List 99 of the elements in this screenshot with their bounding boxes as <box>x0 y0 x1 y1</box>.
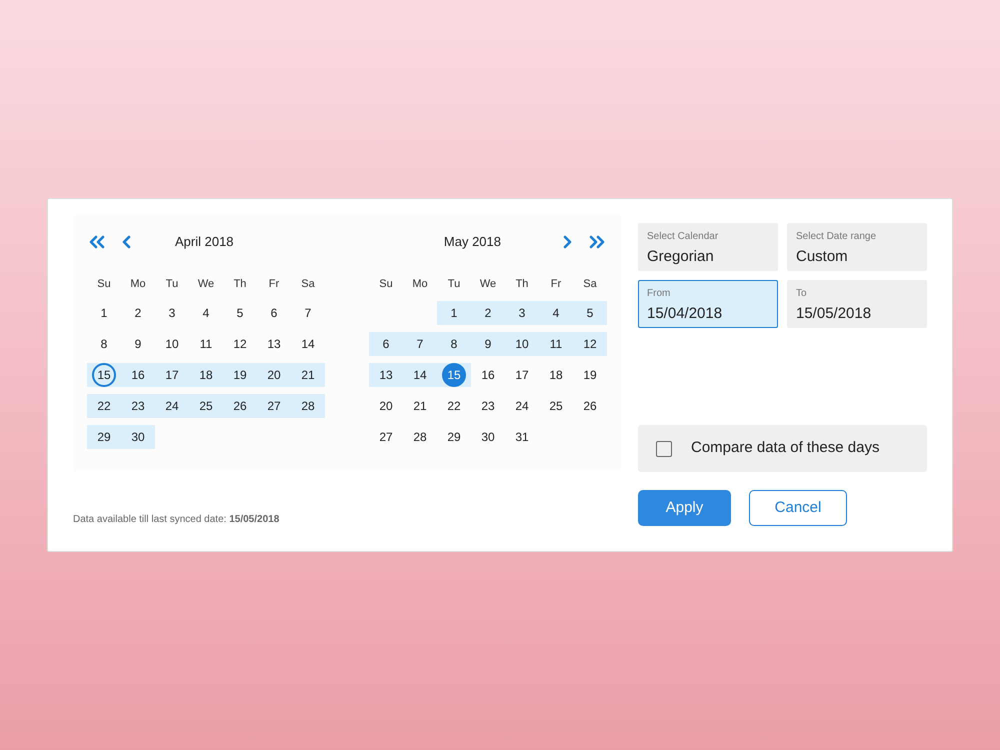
weekday-label: Sa <box>300 277 316 292</box>
select-field[interactable]: From 15/04/2018 <box>638 280 778 328</box>
day[interactable]: 18 <box>199 366 213 384</box>
day[interactable]: 6 <box>270 304 278 322</box>
day[interactable]: 8 <box>100 334 108 352</box>
day[interactable]: 28 <box>413 428 427 446</box>
range-end-day[interactable]: 15 <box>442 362 466 386</box>
weekday-label: Mo <box>129 277 147 292</box>
day[interactable]: 2 <box>134 304 142 322</box>
day[interactable]: 26 <box>583 396 597 414</box>
weekday-label: Fr <box>550 277 562 292</box>
day[interactable]: 14 <box>301 334 315 352</box>
day[interactable]: 17 <box>165 366 179 384</box>
range-start-day[interactable]: 15 <box>92 362 116 386</box>
day[interactable]: 27 <box>267 396 281 414</box>
day[interactable]: 1 <box>450 304 458 322</box>
select-field[interactable]: Select Date range Custom <box>787 223 927 271</box>
day[interactable]: 23 <box>481 396 495 414</box>
day[interactable]: 30 <box>481 428 495 446</box>
day[interactable]: 24 <box>515 396 529 414</box>
day[interactable]: 19 <box>233 366 247 384</box>
day[interactable]: 14 <box>413 366 427 384</box>
day[interactable]: 2 <box>484 304 492 322</box>
day[interactable]: 25 <box>549 396 563 414</box>
select-field[interactable]: Select Calendar Gregorian <box>638 223 778 271</box>
chevron-icon[interactable] <box>563 235 573 249</box>
day[interactable]: 29 <box>447 428 461 446</box>
cancel-button[interactable]: Cancel <box>749 490 847 526</box>
day[interactable]: 20 <box>267 366 281 384</box>
double-chevron-icon[interactable] <box>87 235 105 249</box>
weekday-label: Su <box>96 277 112 292</box>
day[interactable]: 9 <box>484 334 492 352</box>
day[interactable]: 31 <box>515 428 529 446</box>
day[interactable]: 26 <box>233 396 247 414</box>
day[interactable]: 20 <box>379 396 393 414</box>
day[interactable]: 7 <box>416 334 424 352</box>
day[interactable]: 13 <box>379 366 393 384</box>
month-title: May 2018 <box>444 233 501 252</box>
day[interactable]: 23 <box>131 396 145 414</box>
field-label: Select Calendar <box>647 230 720 244</box>
day[interactable]: 12 <box>233 334 247 352</box>
field-value: Gregorian <box>647 247 715 267</box>
day[interactable]: 4 <box>552 304 560 322</box>
weekday-label: Tu <box>164 277 180 292</box>
select-field[interactable]: To 15/05/2018 <box>787 280 927 328</box>
day[interactable]: 8 <box>450 334 458 352</box>
day[interactable]: 11 <box>200 334 212 352</box>
weekday-label: Su <box>378 277 394 292</box>
weekday-label: We <box>478 277 498 292</box>
day[interactable]: 16 <box>481 366 495 384</box>
day[interactable]: 21 <box>301 366 315 384</box>
day[interactable]: 4 <box>202 304 210 322</box>
day[interactable]: 16 <box>131 366 145 384</box>
field-value: Custom <box>796 247 849 267</box>
sync-note: Data available till last synced date: 15/05/2018 <box>73 513 280 527</box>
day[interactable]: 27 <box>379 428 393 446</box>
chevron-icon[interactable] <box>121 235 131 249</box>
weekday-label: Fr <box>268 277 280 292</box>
day[interactable]: 24 <box>165 396 179 414</box>
day[interactable]: 1 <box>100 304 108 322</box>
weekday-label: Th <box>232 277 248 292</box>
day[interactable]: 17 <box>515 366 529 384</box>
field-value: 15/05/2018 <box>796 304 872 324</box>
field-value: 15/04/2018 <box>647 304 724 324</box>
day[interactable]: 6 <box>382 334 390 352</box>
day[interactable]: 3 <box>518 304 526 322</box>
checkbox[interactable] <box>656 440 672 456</box>
field-label: From <box>647 287 672 301</box>
weekday-label: Mo <box>411 277 429 292</box>
field-label: To <box>796 287 808 301</box>
day[interactable]: 5 <box>586 304 594 322</box>
day[interactable]: 5 <box>236 304 244 322</box>
day[interactable]: 7 <box>304 304 312 322</box>
weekday-label: Sa <box>582 277 598 292</box>
weekday-label: We <box>196 277 216 292</box>
day[interactable]: 3 <box>168 304 176 322</box>
day[interactable]: 13 <box>267 334 281 352</box>
day[interactable]: 28 <box>301 396 315 414</box>
day[interactable]: 25 <box>199 396 213 414</box>
weekday-label: Tu <box>446 277 462 292</box>
day[interactable]: 22 <box>447 396 461 414</box>
month-title: April 2018 <box>175 233 234 252</box>
day[interactable]: 9 <box>134 334 142 352</box>
day[interactable]: 22 <box>97 396 111 414</box>
day[interactable]: 29 <box>97 428 111 446</box>
weekday-label: Th <box>514 277 530 292</box>
day[interactable]: 10 <box>165 334 179 352</box>
day[interactable]: 12 <box>583 334 597 352</box>
compare-label: Compare data of these days <box>691 438 880 458</box>
day[interactable]: 11 <box>550 334 562 352</box>
day[interactable]: 21 <box>413 396 427 414</box>
apply-button[interactable]: Apply <box>638 490 731 526</box>
day[interactable]: 19 <box>583 366 597 384</box>
double-chevron-icon[interactable] <box>589 235 607 249</box>
day[interactable]: 18 <box>549 366 563 384</box>
field-label: Select Date range <box>796 230 878 244</box>
compare-option[interactable]: Compare data of these days <box>638 425 927 472</box>
day[interactable]: 30 <box>131 428 145 446</box>
day[interactable]: 10 <box>515 334 529 352</box>
